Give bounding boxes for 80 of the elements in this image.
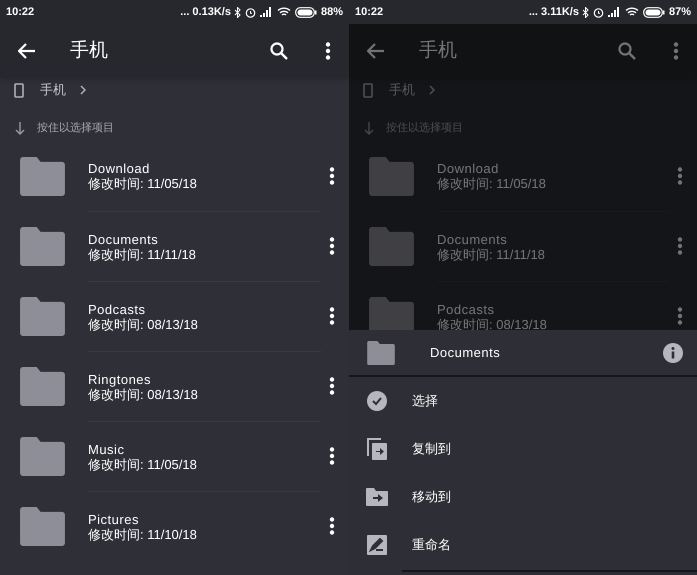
folder-icon <box>20 506 65 546</box>
more-options-icon[interactable] <box>329 447 335 465</box>
folder-row[interactable]: Download 修改时间: 11/05/18 <box>349 141 697 211</box>
signal-icon <box>608 7 621 17</box>
search-icon[interactable] <box>270 42 288 60</box>
down-arrow-icon <box>15 122 25 134</box>
folder-row[interactable]: Pictures 修改时间: 11/10/18 <box>0 491 349 561</box>
hint-text: 按住以选择项目 <box>37 120 114 136</box>
folder-name: Ringtones <box>88 372 152 386</box>
folder-icon <box>369 226 414 266</box>
folder-icon <box>20 366 65 406</box>
down-arrow-icon <box>364 122 374 134</box>
modified-date: 修改时间: 11/05/18 <box>437 176 546 191</box>
wifi-icon <box>276 7 291 17</box>
clock-time: 10:22 <box>355 4 384 20</box>
more-options-icon[interactable] <box>329 237 335 255</box>
copy-icon <box>367 438 387 460</box>
folder-row[interactable]: Download 修改时间: 11/05/18 <box>0 141 349 211</box>
wifi-icon <box>624 7 639 17</box>
edit-icon <box>367 535 387 555</box>
battery-icon <box>294 6 317 18</box>
hint-text: 按住以选择项目 <box>386 120 463 136</box>
folder-icon <box>367 340 395 364</box>
modified-date: 修改时间: 11/11/18 <box>437 246 545 262</box>
network-speed: ... 0.13K/s <box>180 4 231 20</box>
more-options-icon[interactable] <box>329 377 335 395</box>
screen-title: 手机 <box>419 38 457 63</box>
folder-name: Music <box>88 442 124 456</box>
folder-name: Documents <box>437 232 508 246</box>
modified-date: 修改时间: 08/13/18 <box>88 386 198 402</box>
sheet-title: Documents <box>430 344 502 362</box>
clock-time: 10:22 <box>6 4 34 20</box>
alarm-clock-icon <box>592 6 604 18</box>
phone-icon <box>14 82 24 98</box>
menu-item[interactable]: 选择 <box>349 377 697 425</box>
modified-date: 修改时间: 11/05/18 <box>88 176 197 191</box>
folder-icon <box>20 226 65 266</box>
battery-level: 88% <box>320 4 343 20</box>
back-arrow-icon[interactable] <box>18 43 36 59</box>
info-icon[interactable] <box>663 342 683 362</box>
folder-row[interactable]: Podcasts 修改时间: 08/13/18 <box>0 281 349 351</box>
more-options-icon[interactable] <box>325 42 331 60</box>
modified-date: 修改时间: 11/10/18 <box>88 526 197 542</box>
folder-row[interactable]: Documents 修改时间: 11/11/18 <box>0 211 349 281</box>
menu-item[interactable]: 重命名 <box>349 521 697 569</box>
folder-name: Download <box>437 161 499 176</box>
more-options-icon[interactable] <box>329 167 335 185</box>
chevron-right-icon <box>429 85 435 95</box>
folder-name: Pictures <box>88 512 139 526</box>
more-options-icon[interactable] <box>329 307 335 325</box>
menu-item[interactable]: 复制到 <box>349 425 697 473</box>
folder-name: Podcasts <box>88 302 146 316</box>
modified-date: 修改时间: 08/13/18 <box>88 316 198 332</box>
phone-icon <box>363 82 373 98</box>
bluetooth-icon <box>582 6 589 18</box>
menu-item[interactable]: 移动到 <box>349 473 697 521</box>
folder-icon <box>20 156 65 196</box>
check-circle-icon <box>367 391 387 411</box>
more-options-icon[interactable] <box>329 517 335 535</box>
folder-icon <box>20 436 65 476</box>
folder-row[interactable]: Ringtones 修改时间: 08/13/18 <box>0 351 349 421</box>
bluetooth-icon <box>234 6 241 18</box>
battery-level: 87% <box>668 4 691 20</box>
alarm-clock-icon <box>244 6 256 18</box>
folder-row[interactable]: Music 修改时间: 11/05/18 <box>0 421 349 491</box>
folder-icon <box>369 156 414 196</box>
folder-name: Download <box>88 161 150 176</box>
signal-icon <box>260 7 273 17</box>
modified-date: 修改时间: 11/05/18 <box>88 456 197 472</box>
folder-icon <box>20 296 65 336</box>
breadcrumb-link[interactable]: 手机 <box>40 80 66 100</box>
screen-title: 手机 <box>70 38 108 63</box>
modified-date: 修改时间: 11/11/18 <box>88 246 196 262</box>
folder-name: Podcasts <box>437 302 494 316</box>
battery-icon <box>642 6 665 18</box>
chevron-right-icon <box>80 85 86 95</box>
network-speed: ... 3.11K/s <box>528 4 579 20</box>
folder-arrow-icon <box>366 488 388 506</box>
folder-name: Documents <box>88 232 158 246</box>
folder-row[interactable]: Documents 修改时间: 11/11/18 <box>349 211 697 281</box>
